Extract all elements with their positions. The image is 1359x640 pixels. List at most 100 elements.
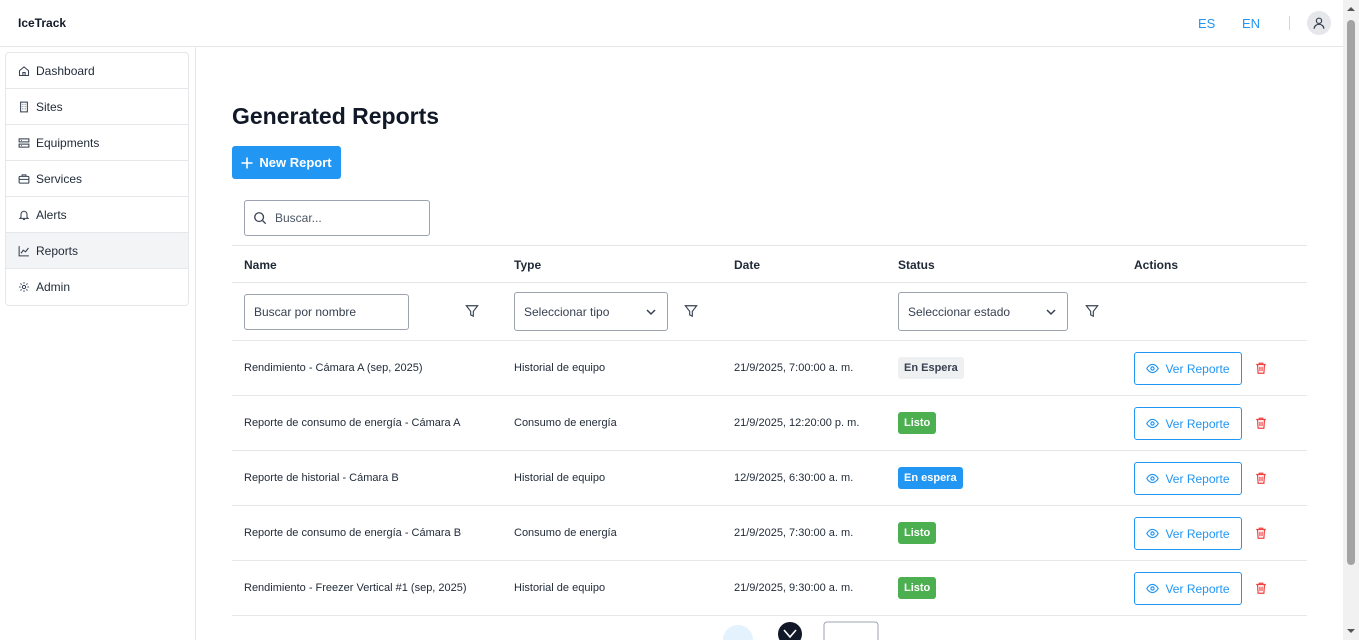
- sidebar-item-services[interactable]: Services: [6, 161, 188, 197]
- view-report-button[interactable]: Ver Reporte: [1134, 517, 1242, 550]
- sidebar-nav: Dashboard Sites Equipments Services Aler…: [5, 52, 189, 306]
- language-es-button[interactable]: ES: [1198, 16, 1215, 31]
- table-body: Rendimiento - Cámara A (sep, 2025) Histor…: [232, 341, 1307, 616]
- header-divider: [1289, 16, 1290, 30]
- chevron-down-icon: [646, 308, 656, 315]
- report-type: Consumo de energía: [514, 527, 617, 539]
- type-filter-select[interactable]: Seleccionar tipo: [514, 292, 668, 331]
- home-icon: [18, 65, 30, 77]
- server-icon: [18, 137, 30, 149]
- sidebar-item-sites[interactable]: Sites: [6, 89, 188, 125]
- status-badge: Listo: [898, 577, 937, 599]
- user-icon: [1313, 17, 1325, 29]
- scroll-down-icon[interactable]: [1343, 625, 1359, 637]
- sidebar-item-equipments[interactable]: Equipments: [6, 125, 188, 161]
- report-name: Reporte de historial - Cámara B: [244, 472, 399, 484]
- scroll-up-icon[interactable]: [1343, 3, 1359, 15]
- column-header-type[interactable]: Type: [514, 258, 541, 272]
- report-name: Reporte de consumo de energía - Cámara A: [244, 417, 461, 429]
- table-row: Reporte de consumo de energía - Cámara A…: [232, 396, 1307, 451]
- report-name: Rendimiento - Freezer Vertical #1 (sep, …: [244, 582, 467, 594]
- report-date: 21/9/2025, 9:30:00 a. m.: [734, 582, 854, 594]
- report-type: Historial de equipo: [514, 362, 606, 374]
- table-row: Reporte de consumo de energía - Cámara B…: [232, 506, 1307, 561]
- report-type: Historial de equipo: [514, 582, 606, 594]
- column-header-name[interactable]: Name: [244, 258, 277, 272]
- trash-icon[interactable]: [1254, 471, 1268, 485]
- view-report-label: Ver Reporte: [1165, 416, 1230, 431]
- new-report-button[interactable]: New Report: [232, 146, 341, 179]
- search-icon: [254, 212, 267, 225]
- report-date: 21/9/2025, 7:30:00 a. m.: [734, 527, 854, 539]
- eye-icon: [1146, 583, 1160, 594]
- sidebar-item-label: Services: [36, 171, 83, 186]
- view-report-label: Ver Reporte: [1165, 526, 1230, 541]
- table-header: Name Type Date Status Actions: [232, 245, 1307, 283]
- language-en-button[interactable]: EN: [1242, 16, 1260, 31]
- status-badge: En espera: [898, 467, 963, 489]
- reports-table: Name Type Date Status Actions Selecciona…: [232, 245, 1307, 616]
- sidebar-item-label: Reports: [36, 243, 79, 258]
- page-title: Generated Reports: [232, 103, 440, 129]
- sidebar-item-label: Sites: [36, 99, 63, 114]
- sidebar-column: Dashboard Sites Equipments Services Aler…: [0, 47, 196, 640]
- sidebar-item-reports[interactable]: Reports: [6, 233, 188, 269]
- filter-icon[interactable]: [465, 304, 479, 318]
- trash-icon[interactable]: [1254, 581, 1268, 595]
- new-report-label: New Report: [259, 155, 332, 170]
- building-icon: [18, 101, 30, 113]
- sidebar-item-admin[interactable]: Admin: [6, 269, 188, 305]
- filter-icon[interactable]: [1085, 304, 1099, 318]
- pagination: [196, 620, 1343, 640]
- eye-icon: [1146, 473, 1160, 484]
- view-report-button[interactable]: Ver Reporte: [1134, 572, 1242, 605]
- sidebar-item-label: Alerts: [36, 207, 67, 222]
- sidebar-item-label: Dashboard: [36, 63, 95, 78]
- sidebar-item-dashboard[interactable]: Dashboard: [6, 53, 188, 89]
- page-scrollbar[interactable]: [1343, 0, 1359, 640]
- report-date: 21/9/2025, 7:00:00 a. m.: [734, 362, 854, 374]
- view-report-button[interactable]: Ver Reporte: [1134, 352, 1242, 385]
- scroll-thumb[interactable]: [1347, 20, 1355, 565]
- table-row: Rendimiento - Cámara A (sep, 2025) Histor…: [232, 341, 1307, 396]
- column-header-actions: Actions: [1134, 258, 1179, 272]
- global-search-box[interactable]: [244, 200, 430, 236]
- view-report-label: Ver Reporte: [1165, 581, 1230, 596]
- view-report-button[interactable]: Ver Reporte: [1134, 462, 1242, 495]
- column-header-status[interactable]: Status: [898, 258, 935, 272]
- trash-icon[interactable]: [1254, 416, 1268, 430]
- sidebar-item-alerts[interactable]: Alerts: [6, 197, 188, 233]
- trash-icon[interactable]: [1254, 526, 1268, 540]
- table-row: Reporte de historial - Cámara B Historial…: [232, 451, 1307, 506]
- report-name: Rendimiento - Cámara A (sep, 2025): [244, 362, 423, 374]
- status-badge: Listo: [898, 412, 937, 434]
- pagination-controls[interactable]: [664, 620, 884, 640]
- status-filter-placeholder: Seleccionar estado: [908, 304, 1011, 319]
- eye-icon: [1146, 418, 1160, 429]
- filter-row: Seleccionar tipo Seleccionar estado: [232, 283, 1307, 341]
- app-brand[interactable]: IceTrack: [18, 16, 66, 30]
- briefcase-icon: [18, 173, 30, 185]
- bell-icon: [18, 209, 30, 221]
- table-row: Rendimiento - Freezer Vertical #1 (sep, …: [232, 561, 1307, 616]
- report-date: 12/9/2025, 6:30:00 a. m.: [734, 472, 854, 484]
- chevron-down-icon: [1046, 308, 1056, 315]
- trash-icon[interactable]: [1254, 361, 1268, 375]
- status-badge: Listo: [898, 522, 937, 544]
- filter-icon[interactable]: [684, 304, 698, 318]
- user-avatar-button[interactable]: [1307, 11, 1331, 35]
- name-filter-input[interactable]: [244, 294, 409, 330]
- report-type: Consumo de energía: [514, 417, 617, 429]
- eye-icon: [1146, 363, 1160, 374]
- gear-icon: [18, 281, 30, 293]
- column-header-date[interactable]: Date: [734, 258, 760, 272]
- type-filter-placeholder: Seleccionar tipo: [524, 304, 610, 319]
- view-report-button[interactable]: Ver Reporte: [1134, 407, 1242, 440]
- report-name: Reporte de consumo de energía - Cámara B: [244, 527, 462, 539]
- top-bar: IceTrack ES EN: [0, 0, 1343, 47]
- sidebar-item-label: Admin: [36, 280, 71, 294]
- report-type: Historial de equipo: [514, 472, 606, 484]
- search-input[interactable]: [275, 211, 415, 225]
- status-filter-select[interactable]: Seleccionar estado: [898, 292, 1068, 331]
- view-report-label: Ver Reporte: [1165, 471, 1230, 486]
